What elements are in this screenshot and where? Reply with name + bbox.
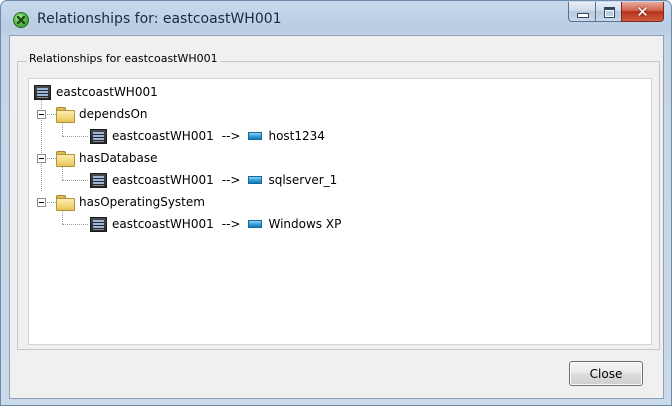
os-icon	[248, 220, 263, 228]
database-icon	[248, 176, 263, 184]
server-icon	[90, 216, 107, 232]
relation-arrow: -->	[221, 129, 241, 143]
relationships-tree[interactable]: eastcoastWH001 dependsOn eastcoastWH001 …	[29, 79, 651, 344]
collapse-toggle-hasdatabase[interactable]	[37, 154, 46, 163]
tree-node-relation-hasoperatingsystem[interactable]: hasOperatingSystem	[56, 191, 205, 213]
server-icon	[90, 172, 107, 188]
close-button[interactable]: Close	[569, 361, 643, 386]
relation-label: hasDatabase	[79, 151, 158, 165]
server-icon	[34, 84, 51, 100]
relation-arrow: -->	[221, 173, 241, 187]
tree-connector	[62, 136, 88, 137]
tree-connector	[62, 224, 88, 225]
tree-node-dependson-item[interactable]: eastcoastWH001 --> host1234	[90, 125, 325, 147]
minimize-button[interactable]	[568, 2, 595, 22]
maximize-button[interactable]	[595, 2, 621, 22]
tree-node-relation-hasdatabase[interactable]: hasDatabase	[56, 147, 157, 169]
relationships-tree-panel[interactable]: eastcoastWH001 dependsOn eastcoastWH001 …	[28, 78, 652, 345]
collapse-toggle-dependson[interactable]	[37, 110, 46, 119]
collapse-toggle-hasoperatingsystem[interactable]	[37, 198, 46, 207]
folder-icon	[56, 195, 75, 211]
caption-buttons: ✕	[568, 2, 664, 22]
tree-connector	[62, 180, 88, 181]
source-label: eastcoastWH001	[112, 173, 214, 187]
groupbox-legend: Relationships for eastcoastWH001	[27, 52, 220, 65]
relation-label: dependsOn	[79, 107, 148, 121]
server-icon	[90, 128, 107, 144]
folder-icon	[56, 151, 75, 167]
relation-arrow: -->	[221, 217, 241, 231]
source-label: eastcoastWH001	[112, 217, 214, 231]
app-logo-icon	[13, 12, 29, 28]
relation-label: hasOperatingSystem	[79, 195, 205, 209]
host-icon	[248, 132, 263, 140]
tree-node-relation-dependson[interactable]: dependsOn	[56, 103, 148, 125]
target-label: Windows XP	[268, 217, 342, 231]
tree-node-hasoperatingsystem-item[interactable]: eastcoastWH001 --> Windows XP	[90, 213, 341, 235]
target-label: host1234	[268, 129, 325, 143]
tree-node-root[interactable]: eastcoastWH001	[34, 81, 158, 103]
target-label: sqlserver_1	[268, 173, 338, 187]
close-icon: ✕	[636, 2, 649, 21]
folder-icon	[56, 107, 75, 123]
title-bar[interactable]: Relationships for: eastcoastWH001 ✕	[1, 1, 671, 35]
window-close-button[interactable]: ✕	[621, 2, 664, 22]
source-label: eastcoastWH001	[112, 129, 214, 143]
window-title: Relationships for: eastcoastWH001	[37, 11, 282, 27]
tree-node-label: eastcoastWH001	[56, 85, 158, 99]
tree-node-hasdatabase-item[interactable]: eastcoastWH001 --> sqlserver_1	[90, 169, 337, 191]
dialog-window: Relationships for: eastcoastWH001 ✕ Rela…	[0, 0, 672, 406]
